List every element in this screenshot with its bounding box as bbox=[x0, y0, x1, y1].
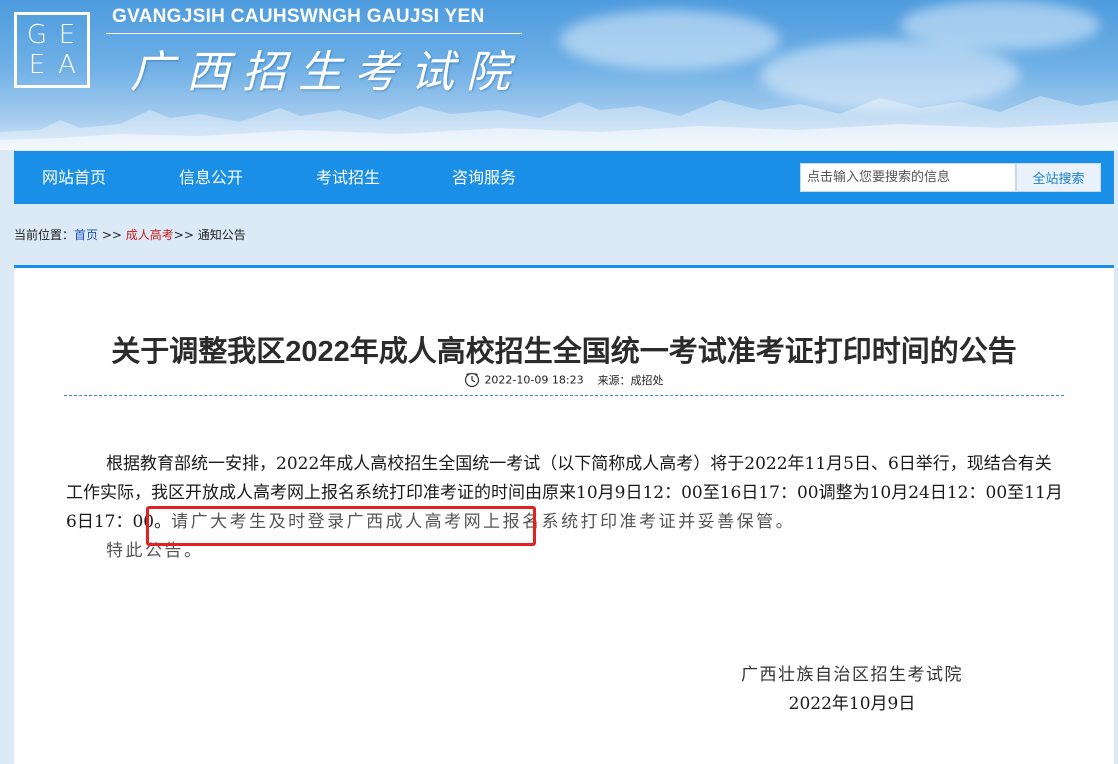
nav-item-info-disclosure[interactable]: 信息公开 bbox=[179, 151, 243, 204]
logo-letter: A bbox=[58, 50, 76, 80]
clock-icon bbox=[465, 372, 480, 388]
logo-letter: E bbox=[58, 20, 76, 50]
article-paragraph: 特此公告。 bbox=[66, 537, 1066, 566]
cloud-decoration bbox=[900, 0, 1100, 50]
article-signature: 广西壮族自治区招生考试院 2022年10月9日 bbox=[724, 661, 980, 719]
site-name: 广西招生考试院 bbox=[130, 47, 522, 98]
article-meta: 2022-10-09 18:23 来源：成招处 bbox=[14, 372, 1114, 388]
search-input[interactable] bbox=[800, 163, 1016, 192]
article-panel: 关于调整我区2022年成人高校招生全国统一考试准考证打印时间的公告 2022-1… bbox=[14, 265, 1114, 764]
nav-item-exam-admission[interactable]: 考试招生 bbox=[316, 151, 380, 204]
logo-letter: E bbox=[28, 50, 46, 80]
breadcrumb-home-link[interactable]: 首页 bbox=[74, 228, 98, 242]
signature-org: 广西壮族自治区招生考试院 bbox=[741, 665, 963, 685]
header-divider bbox=[106, 33, 522, 34]
breadcrumb-section-link[interactable]: 成人高考 bbox=[126, 228, 174, 242]
nav-item-consulting[interactable]: 咨询服务 bbox=[452, 151, 516, 204]
article-body: 根据教育部统一安排，2022年成人高校招生全国统一考试（以下简称成人高考）将于2… bbox=[66, 450, 1066, 566]
nav-item-home[interactable]: 网站首页 bbox=[42, 151, 106, 204]
site-latin-name: GVANGJSIH CAUHSWNGH GAUJSI YEN bbox=[112, 6, 485, 27]
site-header: G E E A GVANGJSIH CAUHSWNGH GAUJSI YEN 广… bbox=[0, 0, 1118, 150]
paragraph-tail-text: 请广大考生及时登录广西成人高考网上报名系统打印准考证并妥善保管。 bbox=[171, 512, 796, 532]
cloud-decoration bbox=[560, 10, 780, 70]
closing-text: 特此公告。 bbox=[106, 541, 204, 561]
article-source: 来源：成招处 bbox=[597, 374, 664, 387]
article-paragraph: 根据教育部统一安排，2022年成人高校招生全国统一考试（以下简称成人高考）将于2… bbox=[66, 450, 1066, 537]
breadcrumb-current-page: 通知公告 bbox=[197, 228, 246, 242]
signature-date: 2022年10月9日 bbox=[788, 694, 916, 714]
title-divider bbox=[64, 395, 1064, 396]
logo-letter: G bbox=[26, 20, 48, 50]
main-nav: 网站首页 信息公开 考试招生 咨询服务 全站搜索 bbox=[14, 151, 1114, 204]
breadcrumb-separator: >> bbox=[98, 228, 126, 242]
breadcrumb-prefix: 当前位置： bbox=[14, 228, 75, 242]
article-date: 2022-10-09 18:23 bbox=[484, 373, 584, 387]
search-button[interactable]: 全站搜索 bbox=[1016, 163, 1101, 192]
breadcrumb: 当前位置：首页 >> 成人高考>> 通知公告 bbox=[14, 226, 246, 243]
article-title: 关于调整我区2022年成人高校招生全国统一考试准考证打印时间的公告 bbox=[111, 336, 1017, 368]
breadcrumb-separator: >> bbox=[173, 228, 198, 242]
site-logo[interactable]: G E E A bbox=[14, 12, 90, 88]
